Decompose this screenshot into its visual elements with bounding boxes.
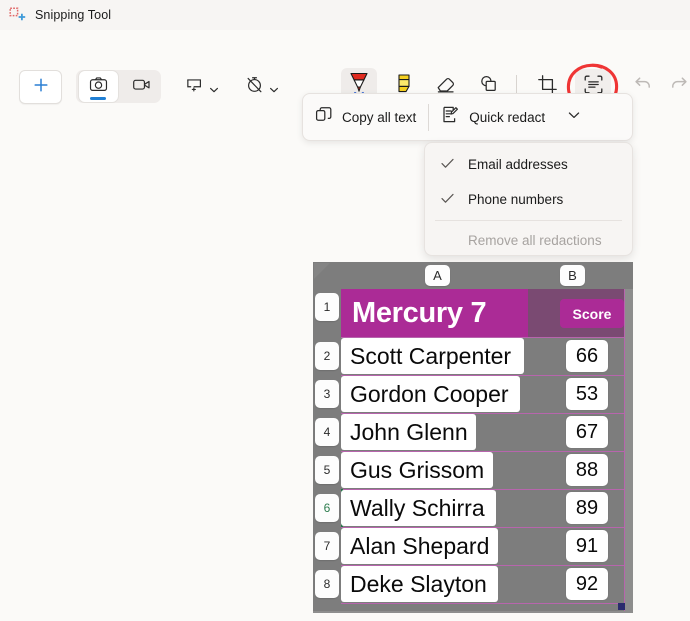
- cell-score[interactable]: 53: [566, 378, 608, 410]
- toolbar: [0, 30, 690, 85]
- select-all-corner: [314, 263, 330, 279]
- cell-name[interactable]: John Glenn: [341, 414, 476, 450]
- chevron-down-icon: [567, 108, 581, 127]
- quick-redact-expand-button[interactable]: [557, 94, 591, 140]
- capture-canvas[interactable]: A B 1 2 3 4 5 6 7 8 Mercury 7 Score Scot…: [313, 262, 633, 613]
- menu-item-label: Email addresses: [468, 157, 568, 172]
- copy-icon: [315, 106, 333, 129]
- cell-name[interactable]: Scott Carpenter: [341, 338, 524, 374]
- column-header-b[interactable]: B: [560, 265, 585, 286]
- table-row[interactable]: Alan Shepard 91: [341, 527, 633, 565]
- column-gridline: [624, 289, 625, 613]
- cell-score[interactable]: 89: [566, 492, 608, 524]
- redact-edit-icon: [441, 105, 460, 129]
- checkmark-icon: [441, 193, 458, 206]
- cell-name[interactable]: Deke Slayton: [341, 566, 498, 602]
- sheet-bottom-edge: [313, 611, 633, 613]
- quick-redact-menu: Email addresses Phone numbers Remove all…: [424, 142, 633, 256]
- cell-name[interactable]: Wally Schirra: [341, 490, 496, 526]
- row-header-8[interactable]: 8: [315, 570, 339, 598]
- sheet-grid: Mercury 7 Score Scott Carpenter 66 Gordo…: [341, 289, 633, 613]
- undo-icon: [631, 73, 653, 100]
- new-button[interactable]: [19, 70, 62, 104]
- row-header-2[interactable]: 2: [315, 342, 339, 370]
- snipping-tool-window: Snipping Tool: [0, 0, 690, 621]
- table-row[interactable]: Wally Schirra 89: [341, 489, 633, 527]
- cell-score[interactable]: 92: [566, 568, 608, 600]
- snip-shape-dropdown[interactable]: [185, 70, 218, 103]
- delay-dropdown[interactable]: [245, 70, 278, 103]
- redo-icon: [669, 73, 690, 100]
- sheet-column-header-band: [313, 262, 633, 289]
- table-row[interactable]: Scott Carpenter 66: [341, 337, 633, 375]
- text-actions-flyout: Copy all text Quick redact: [302, 93, 633, 141]
- menu-item-email-addresses[interactable]: Email addresses: [425, 147, 632, 182]
- title-bar: Snipping Tool: [0, 0, 690, 30]
- video-camera-icon: [132, 75, 151, 99]
- menu-divider: [435, 220, 622, 221]
- sheet-right-margin: [624, 289, 633, 613]
- copy-all-text-button[interactable]: Copy all text: [303, 94, 428, 140]
- row-header-4[interactable]: 4: [315, 418, 339, 446]
- quick-redact-button[interactable]: Quick redact: [429, 94, 557, 140]
- sheet-title-cell[interactable]: Mercury 7: [341, 289, 528, 337]
- checkmark-icon: [441, 158, 458, 171]
- mode-snip-indicator: [90, 97, 106, 100]
- cell-name[interactable]: Gordon Cooper: [341, 376, 520, 412]
- fill-handle[interactable]: [618, 603, 625, 610]
- plus-icon: [33, 77, 49, 98]
- column-header-a[interactable]: A: [425, 265, 450, 286]
- cell-name[interactable]: Alan Shepard: [341, 528, 498, 564]
- copy-all-text-label: Copy all text: [342, 110, 416, 125]
- camera-icon: [89, 75, 108, 99]
- snipping-tool-icon: [9, 7, 26, 24]
- chevron-down-icon: [269, 82, 278, 91]
- row-header-6[interactable]: 6: [315, 494, 339, 522]
- mode-record-button[interactable]: [124, 70, 159, 103]
- cell-score[interactable]: 91: [566, 530, 608, 562]
- timer-off-icon: [245, 75, 264, 99]
- quick-redact-label: Quick redact: [469, 110, 545, 125]
- table-row[interactable]: Deke Slayton 92: [341, 565, 633, 603]
- cell-score[interactable]: 66: [566, 340, 608, 372]
- table-row[interactable]: Gordon Cooper 53: [341, 375, 633, 413]
- menu-item-label: Phone numbers: [468, 192, 563, 207]
- row-header-7[interactable]: 7: [315, 532, 339, 560]
- row-header-1[interactable]: 1: [315, 293, 339, 321]
- row-header-3[interactable]: 3: [315, 380, 339, 408]
- row-header-5[interactable]: 5: [315, 456, 339, 484]
- redo-button[interactable]: [666, 70, 690, 103]
- menu-item-remove-all-redactions[interactable]: Remove all redactions: [425, 223, 632, 258]
- table-row[interactable]: John Glenn 67: [341, 413, 633, 451]
- app-title: Snipping Tool: [35, 8, 111, 22]
- sheet-score-header[interactable]: Score: [560, 299, 624, 328]
- menu-item-label: Remove all redactions: [468, 233, 602, 248]
- cell-score[interactable]: 88: [566, 454, 608, 486]
- rectangle-snip-icon: [185, 75, 204, 99]
- table-row[interactable]: Gus Grissom 88: [341, 451, 633, 489]
- menu-item-phone-numbers[interactable]: Phone numbers: [425, 182, 632, 217]
- cell-score[interactable]: 67: [566, 416, 608, 448]
- row-gridline: [341, 603, 633, 604]
- chevron-down-icon: [209, 82, 218, 91]
- cell-name[interactable]: Gus Grissom: [341, 452, 493, 488]
